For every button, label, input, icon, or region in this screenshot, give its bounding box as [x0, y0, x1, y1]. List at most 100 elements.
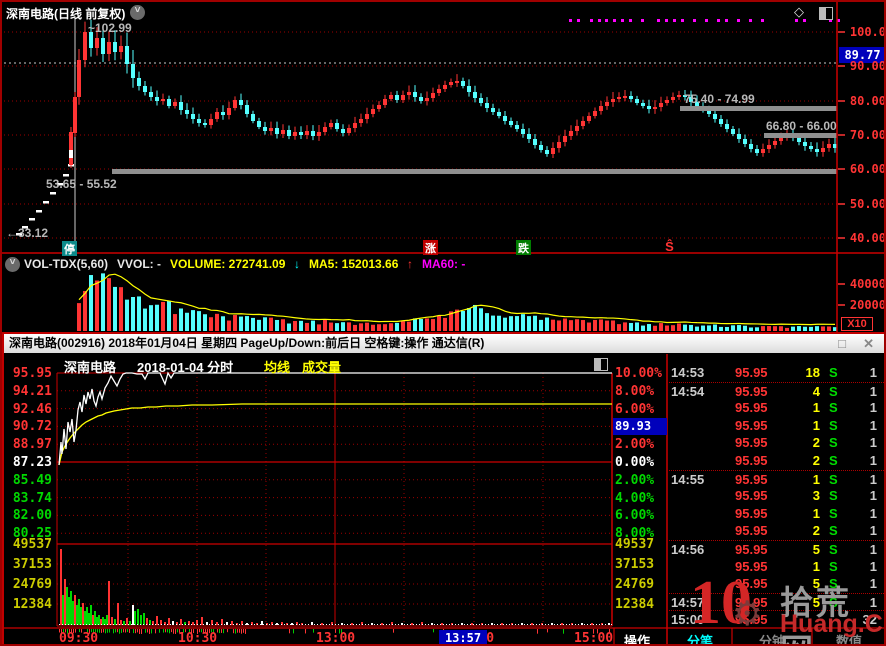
tick-volume: 1	[812, 471, 820, 487]
tick-price: 95.95	[735, 383, 768, 399]
tick-count: 1	[869, 505, 877, 521]
split-window-icon[interactable]	[819, 7, 833, 20]
tick-volume: 5	[812, 594, 820, 610]
daily-candlestick-chart[interactable]	[2, 2, 886, 332]
tick-volume: 5	[812, 542, 820, 557]
daily-axis-label: 90.00	[849, 59, 886, 73]
tick-volume: 1	[812, 558, 820, 574]
tick-price: 95.95	[735, 435, 768, 451]
limit-down-badge: 跌	[516, 240, 531, 255]
tick-price: 95.95	[735, 417, 768, 433]
gap-zone-label-1: 75.40 - 74.99	[684, 92, 755, 106]
tick-count: 1	[869, 594, 877, 610]
tick-row[interactable]: 14:55 95.95 1 S 1	[669, 469, 884, 489]
intraday-price-label: 85.49	[12, 472, 52, 488]
volume-header-segment: ↓	[294, 257, 300, 271]
gap-zone-label-2: 66.80 - 66.00	[766, 119, 837, 133]
intraday-cursor-value-box: 89.93	[613, 418, 667, 435]
maximize-icon[interactable]: □	[838, 334, 846, 353]
tab-tick[interactable]: 分笔	[678, 631, 722, 644]
tick-volume: 18	[805, 365, 820, 380]
tick-side: S	[829, 365, 838, 380]
daily-chart-title[interactable]: 深南电路(日线 前复权)	[6, 5, 125, 22]
tick-count: 1	[869, 453, 877, 468]
intraday-pct-label: 8.00%	[615, 383, 655, 399]
tick-side: S	[829, 417, 838, 433]
low-price-annotation: ←33.12	[6, 226, 49, 240]
intraday-price-label: 83.74	[12, 490, 52, 506]
intraday-volume-label[interactable]: 成交量	[302, 357, 341, 376]
tick-price: 95.95	[735, 505, 768, 521]
tick-price: 95.95	[735, 523, 768, 539]
intraday-stock-name: 深南电路	[64, 360, 117, 375]
intraday-pct-label: 2.00%	[615, 472, 655, 488]
tick-row[interactable]: 95.95 2 S 1	[669, 522, 884, 540]
tick-volume: 2	[812, 435, 820, 451]
tick-price: 95.95	[735, 400, 768, 416]
tick-row[interactable]: 95.95 1 S 1	[669, 417, 884, 435]
volume-header-segment: ↑	[407, 257, 413, 271]
tick-row[interactable]: 95.95 5 S 1	[669, 575, 884, 593]
chevron-down-icon[interactable]: ˅	[5, 257, 20, 272]
tick-count: 1	[869, 471, 877, 487]
intraday-price-label: 88.97	[12, 437, 52, 453]
intraday-ma-label[interactable]: 均线	[264, 357, 290, 376]
volume-multiplier-box: X10	[841, 317, 873, 331]
tick-row[interactable]: 95.95 3 S 1	[669, 487, 884, 505]
tick-count: 1	[869, 435, 877, 451]
tick-volume: 1	[812, 417, 820, 433]
split-window-icon[interactable]	[594, 358, 608, 371]
tick-row[interactable]: 95.95 2 S 1	[669, 452, 884, 470]
tick-side: S	[829, 383, 838, 399]
tick-row[interactable]: 15:00 95.95 32	[669, 610, 884, 629]
intraday-pct-label: 10.00%	[615, 366, 662, 381]
intraday-price-label: 95.95	[12, 366, 52, 381]
intraday-price-label: 82.00	[12, 508, 52, 524]
tick-row[interactable]: 95.95 1 S 1	[669, 558, 884, 576]
time-axis-label: 13:00	[316, 631, 356, 646]
action-menu[interactable]: 操作	[624, 631, 650, 644]
intraday-price-label: 94.21	[12, 383, 52, 399]
tick-volume: 3	[812, 488, 820, 504]
tab-minute[interactable]: 分钟	[750, 631, 794, 644]
tick-row[interactable]: 14:57 95.95 5 S 1	[669, 592, 884, 612]
tick-side: S	[829, 400, 838, 416]
tick-volume: 1	[812, 505, 820, 521]
tick-side: S	[829, 576, 838, 592]
tick-price: 95.95	[735, 594, 768, 610]
chevron-down-icon[interactable]: ˅	[130, 5, 145, 20]
tick-price: 95.95	[735, 365, 768, 380]
cursor-time-box: 13:57	[439, 630, 487, 644]
tick-side: S	[829, 505, 838, 521]
volume-header-segment: MA5: 152013.66	[309, 257, 399, 271]
intraday-pct-label: 0.00%	[615, 455, 655, 470]
tick-price: 95.95	[735, 612, 768, 628]
tick-row[interactable]: 95.95 2 S 1	[669, 434, 884, 452]
daily-axis-label: 40.00	[849, 231, 886, 245]
tick-price: 95.95	[735, 576, 768, 592]
intraday-price-label: 90.72	[12, 419, 52, 435]
tick-row[interactable]: 14:53 95.95 18 S 1	[669, 364, 884, 382]
intraday-volume-label: 49537	[12, 537, 52, 552]
tab-value[interactable]: 数值	[827, 631, 871, 644]
subwindow-title: 深南电路(002916) 2018年01月04日 星期四 PageUp/Down…	[9, 336, 485, 350]
tick-volume: 1	[812, 400, 820, 416]
daily-axis-label: 80.00	[849, 94, 886, 108]
tick-count: 1	[869, 365, 877, 380]
tick-volume: 5	[812, 576, 820, 592]
signal-marker: Ŝ	[665, 239, 674, 254]
tick-side: S	[829, 453, 838, 468]
volume-axis-label: 40000	[849, 277, 886, 291]
tick-row[interactable]: 14:54 95.95 4 S 1	[669, 381, 884, 401]
tick-row[interactable]: 95.95 1 S 1	[669, 505, 884, 523]
tick-row[interactable]: 14:56 95.95 5 S 1	[669, 540, 884, 559]
intraday-pct-label: 6.00%	[615, 508, 655, 524]
tick-time: 14:57	[671, 594, 705, 610]
tick-row[interactable]: 95.95 1 S 1	[669, 399, 884, 417]
tick-price: 95.95	[735, 542, 768, 557]
diamond-icon[interactable]: ◇	[794, 4, 804, 20]
subwindow-titlebar[interactable]: 深南电路(002916) 2018年01月04日 星期四 PageUp/Down…	[4, 334, 884, 353]
close-icon[interactable]: ✕	[863, 334, 874, 353]
intraday-volume-label: 24769	[615, 577, 655, 592]
tick-price: 95.95	[735, 488, 768, 504]
